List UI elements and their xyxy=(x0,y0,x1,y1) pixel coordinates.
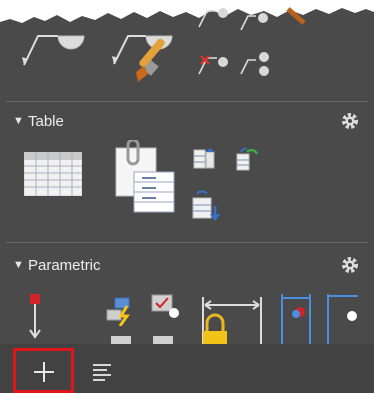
tool-palette-window: ▼ Table ▼ Parametric xyxy=(0,0,374,393)
add-leader-icon[interactable] xyxy=(195,5,231,31)
link-data-icon[interactable] xyxy=(233,146,259,172)
geometric-constraint-icon[interactable] xyxy=(324,290,364,346)
extract-data-icon[interactable] xyxy=(112,140,178,214)
gear-icon[interactable] xyxy=(341,112,359,130)
infer-constraints-icon[interactable] xyxy=(105,296,137,326)
parametric-section-label: Parametric xyxy=(28,257,101,274)
parametric-section-header[interactable]: ▼ Parametric xyxy=(0,252,374,280)
add-icon[interactable] xyxy=(32,360,56,384)
list-view-icon[interactable] xyxy=(91,362,113,382)
collapse-triangle-icon[interactable]: ▼ xyxy=(13,115,24,127)
show-constraints-icon[interactable] xyxy=(150,293,182,319)
table-section-label: Table xyxy=(28,113,64,130)
table-icon[interactable] xyxy=(24,152,82,196)
align-leaders-icon[interactable] xyxy=(238,10,272,34)
remove-leader-icon[interactable] xyxy=(195,48,231,78)
collapse-triangle-icon[interactable]: ▼ xyxy=(13,259,24,271)
pencil-edge-icon xyxy=(286,7,306,25)
multileader-style-icon[interactable] xyxy=(108,14,188,86)
collect-leaders-icon[interactable] xyxy=(238,48,274,80)
download-from-source-icon[interactable] xyxy=(191,190,227,224)
section-divider xyxy=(6,242,368,243)
gear-icon[interactable] xyxy=(341,256,359,274)
table-section-header[interactable]: ▼ Table xyxy=(0,108,374,136)
lock-dimension-icon[interactable] xyxy=(199,293,267,345)
multileader-icon[interactable] xyxy=(18,24,88,69)
dimensional-constraint-icon[interactable] xyxy=(278,290,316,346)
auto-constrain-icon[interactable] xyxy=(24,292,48,340)
section-divider xyxy=(6,101,368,102)
table-style-icon[interactable] xyxy=(192,146,216,172)
